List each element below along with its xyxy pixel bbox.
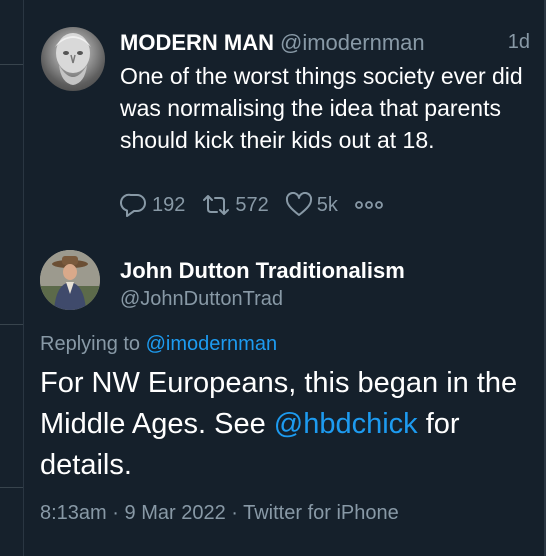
replying-to-line: Replying to @imodernman <box>40 333 277 356</box>
divider <box>0 324 23 325</box>
statue-avatar-image <box>55 33 91 85</box>
more-button[interactable] <box>354 199 388 211</box>
like-count: 5k <box>316 193 338 216</box>
more-icon <box>354 201 383 209</box>
retweet-button[interactable]: 572 <box>201 192 269 218</box>
replying-to-label: Replying to <box>40 333 141 355</box>
author-handle[interactable]: @imodernman <box>280 30 425 55</box>
like-button[interactable]: 5k <box>285 192 338 218</box>
tweet-text: One of the worst things society ever did… <box>120 63 523 153</box>
mention-link[interactable]: @hbdchick <box>274 408 418 440</box>
meta-separator: · <box>231 502 238 524</box>
retweet-count: 572 <box>235 193 269 216</box>
avatar[interactable] <box>40 250 100 310</box>
tweet-date[interactable]: 9 Mar 2022 <box>125 502 226 524</box>
tweet-time[interactable]: 8:13am <box>40 502 107 524</box>
author-display-name[interactable]: MODERN MAN <box>120 30 274 55</box>
left-panel-edge <box>0 0 24 556</box>
like-icon <box>285 192 312 216</box>
reply-icon <box>120 193 146 217</box>
tweet-text: For NW Europeans, this began in the Midd… <box>40 363 530 486</box>
tweet-time[interactable]: 1d <box>508 31 530 54</box>
reply-tweet: John Dutton Traditionalism @JohnDuttonTr… <box>24 236 544 556</box>
retweet-icon <box>203 195 230 215</box>
replying-to-mention[interactable]: @imodernman <box>146 333 277 355</box>
author-name[interactable]: MODERN MAN @imodernman <box>120 30 425 56</box>
parent-tweet[interactable]: MODERN MAN @imodernman 1d One of the wors… <box>24 0 544 236</box>
author-handle[interactable]: @JohnDuttonTrad <box>120 288 283 311</box>
divider <box>0 487 23 488</box>
author-display-name[interactable]: John Dutton Traditionalism <box>120 258 405 284</box>
tweet-meta: 8:13am · 9 Mar 2022 · Twitter for iPhone <box>40 502 399 525</box>
meta-separator: · <box>112 502 119 524</box>
cowboy-avatar-image <box>40 250 100 310</box>
reply-count: 192 <box>152 193 186 216</box>
tweet-source[interactable]: Twitter for iPhone <box>243 502 399 524</box>
tweet-actions: 192 572 5k <box>120 192 404 218</box>
reply-button[interactable]: 192 <box>120 192 185 218</box>
avatar[interactable] <box>41 27 105 91</box>
divider <box>0 64 23 65</box>
